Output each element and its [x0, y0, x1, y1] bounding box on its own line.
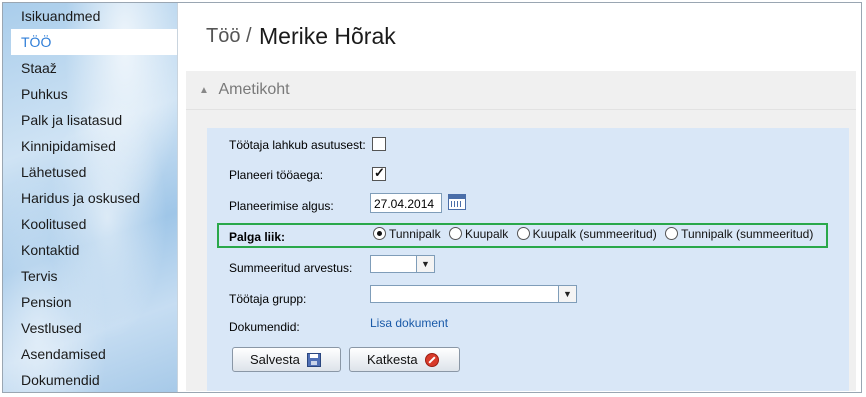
pay-type-radio-group: Tunnipalk Kuupalk Kuupalk (summeeritud) …	[373, 227, 818, 241]
sidebar-item-dokumendid[interactable]: Dokumendid	[3, 367, 177, 392]
save-button-label: Salvesta	[250, 352, 300, 367]
section-header[interactable]: ▲ Ametikoht	[186, 71, 856, 110]
chevron-down-icon[interactable]: ▼	[416, 256, 434, 272]
radio-label: Tunnipalk (summeeritud)	[681, 227, 814, 241]
radio-selected-icon[interactable]	[373, 227, 386, 240]
sidebar-nav: Isikuandmed TÖÖ Staaž Puhkus Palk ja lis…	[3, 3, 178, 392]
radio-label: Tunnipalk	[389, 227, 441, 241]
leaving-label: Töötaja lahkub asutusest:	[229, 138, 366, 152]
leaving-checkbox[interactable]	[372, 137, 386, 151]
triangle-up-icon[interactable]: ▲	[199, 85, 209, 96]
cancel-button-label: Katkesta	[367, 352, 418, 367]
sidebar-item-staaz[interactable]: Staaž	[3, 55, 177, 81]
plan-start-date-field[interactable]: 27.04.2014	[370, 193, 442, 213]
radio-icon[interactable]	[516, 227, 530, 240]
group-select[interactable]: ▼	[370, 285, 577, 303]
page-header: Töö / Merike Hõrak	[179, 3, 861, 65]
sidebar-item-haridus[interactable]: Haridus ja oskused	[3, 185, 177, 211]
sidebar-item-asendamised[interactable]: Asendamised	[3, 341, 177, 367]
pay-type-option-tunnipalk[interactable]: Tunnipalk	[373, 227, 441, 241]
radio-icon[interactable]	[665, 227, 679, 240]
nav-list: Isikuandmed TÖÖ Staaž Puhkus Palk ja lis…	[3, 3, 177, 392]
radio-label: Kuupalk (summeeritud)	[532, 227, 657, 241]
sidebar-item-koolitused[interactable]: Koolitused	[3, 211, 177, 237]
floppy-disk-icon	[307, 353, 321, 367]
page-title: Merike Hõrak	[259, 23, 396, 49]
app-frame: Isikuandmed TÖÖ Staaž Puhkus Palk ja lis…	[2, 2, 862, 393]
sidebar-item-vestlused[interactable]: Vestlused	[3, 315, 177, 341]
plan-checkbox[interactable]: ✓	[372, 165, 386, 181]
checkmark-icon: ✓	[374, 165, 385, 180]
sidebar-item-too[interactable]: TÖÖ	[11, 29, 177, 55]
sidebar-item-palk[interactable]: Palk ja lisatasud	[3, 107, 177, 133]
plan-label: Planeeri tööaega:	[229, 168, 324, 182]
pay-type-option-kuupalk[interactable]: Kuupalk	[448, 227, 509, 241]
sidebar-item-kinnipidamised[interactable]: Kinnipidamised	[3, 133, 177, 159]
pay-type-option-kuupalk-summeeritud[interactable]: Kuupalk (summeeritud)	[516, 227, 657, 241]
calendar-icon[interactable]	[448, 194, 466, 210]
group-label: Töötaja grupp:	[229, 292, 307, 306]
cancel-button[interactable]: Katkesta	[349, 347, 460, 372]
breadcrumb[interactable]: Töö /	[206, 25, 252, 48]
section-title: Ametikoht	[218, 81, 290, 98]
radio-icon[interactable]	[448, 227, 462, 240]
cancel-icon	[425, 353, 439, 367]
sidebar-item-lahetused[interactable]: Lähetused	[3, 159, 177, 185]
plan-start-label: Planeerimise algus:	[229, 199, 334, 213]
radio-label: Kuupalk	[464, 227, 509, 241]
sidebar-item-tervis[interactable]: Tervis	[3, 263, 177, 289]
documents-label: Dokumendid:	[229, 320, 300, 334]
save-button[interactable]: Salvesta	[232, 347, 341, 372]
summed-select[interactable]: ▼	[370, 255, 435, 273]
summed-label: Summeeritud arvestus:	[229, 261, 353, 275]
sidebar-item-puhkus[interactable]: Puhkus	[3, 81, 177, 107]
sidebar-item-kontaktid[interactable]: Kontaktid	[3, 237, 177, 263]
sidebar-item-isikuandmed[interactable]: Isikuandmed	[3, 3, 177, 29]
sidebar-item-pension[interactable]: Pension	[3, 289, 177, 315]
pay-type-label: Palga liik:	[229, 230, 286, 244]
chevron-down-icon[interactable]: ▼	[558, 286, 576, 302]
add-document-link[interactable]: Lisa dokument	[370, 316, 448, 330]
pay-type-option-tunnipalk-summeeritud[interactable]: Tunnipalk (summeeritud)	[665, 227, 813, 241]
